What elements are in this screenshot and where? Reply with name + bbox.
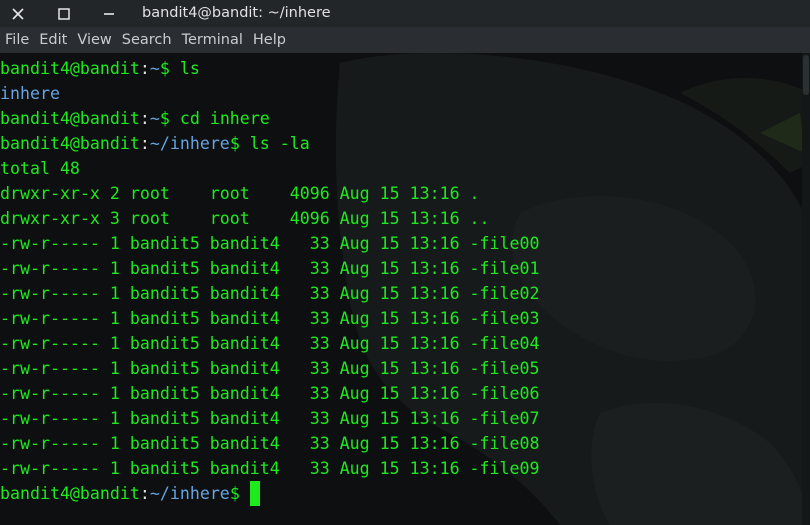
terminal-cursor: [249, 481, 260, 506]
title-bar: bandit4@bandit: ~/inhere: [0, 0, 810, 27]
output-text: total 48: [0, 159, 80, 178]
output-text: drwxr-xr-x 3 root root 4096 Aug 15 13:16…: [0, 209, 490, 228]
prompt-separator: :: [139, 134, 150, 153]
prompt-user: bandit4@bandit: [0, 134, 140, 153]
scrollbar[interactable]: [802, 53, 810, 525]
terminal-line: bandit4@bandit:~$ ls: [0, 56, 539, 81]
command-text: $ ls: [159, 59, 200, 78]
output-text: -rw-r----- 1 bandit5 bandit4 33 Aug 15 1…: [0, 434, 540, 453]
prompt-path: ~: [149, 59, 160, 78]
output-text: -rw-r----- 1 bandit5 bandit4 33 Aug 15 1…: [0, 384, 540, 403]
terminal-line: total 48: [0, 156, 539, 181]
terminal-lines: bandit4@bandit:~$ ls inhere bandit4@bandit…: [0, 56, 539, 506]
terminal-line: -rw-r----- 1 bandit5 bandit4 33 Aug 15 1…: [0, 381, 539, 406]
command-text: $ cd inhere: [159, 109, 270, 128]
terminal-line: inhere: [0, 81, 539, 106]
output-text: -rw-r----- 1 bandit5 bandit4 33 Aug 15 1…: [0, 459, 540, 478]
minimize-icon: [104, 12, 114, 15]
output-text: -rw-r----- 1 bandit5 bandit4 33 Aug 15 1…: [0, 284, 540, 303]
prompt-user: bandit4@bandit: [0, 484, 140, 503]
menu-terminal[interactable]: Terminal: [177, 27, 248, 53]
terminal-line: -rw-r----- 1 bandit5 bandit4 33 Aug 15 1…: [0, 306, 539, 331]
terminal-line: -rw-r----- 1 bandit5 bandit4 33 Aug 15 1…: [0, 406, 539, 431]
terminal-line: -rw-r----- 1 bandit5 bandit4 33 Aug 15 1…: [0, 331, 539, 356]
close-button[interactable]: [2, 0, 34, 27]
output-text: -rw-r----- 1 bandit5 bandit4 33 Aug 15 1…: [0, 309, 540, 328]
menu-help[interactable]: Help: [248, 27, 291, 53]
terminal-line: -rw-r----- 1 bandit5 bandit4 33 Aug 15 1…: [0, 456, 539, 481]
output-text: -rw-r----- 1 bandit5 bandit4 33 Aug 15 1…: [0, 234, 540, 253]
output-text: -rw-r----- 1 bandit5 bandit4 33 Aug 15 1…: [0, 334, 540, 353]
prompt-separator: :: [139, 484, 150, 503]
output-directory-name: inhere: [0, 84, 60, 103]
close-icon: [12, 7, 24, 20]
output-text: drwxr-xr-x 2 root root 4096 Aug 15 13:16…: [0, 184, 480, 203]
prompt-path: ~/inhere: [149, 484, 230, 503]
prompt-path: ~: [149, 109, 160, 128]
prompt-path: ~/inhere: [149, 134, 230, 153]
maximize-button[interactable]: [48, 0, 80, 27]
prompt-separator: :: [139, 109, 150, 128]
terminal-line: bandit4@bandit:~$ cd inhere: [0, 106, 539, 131]
menu-file[interactable]: File: [0, 27, 34, 53]
menu-bar: File Edit View Search Terminal Help: [0, 27, 810, 53]
terminal-line: drwxr-xr-x 2 root root 4096 Aug 15 13:16…: [0, 181, 539, 206]
output-text: -rw-r----- 1 bandit5 bandit4 33 Aug 15 1…: [0, 409, 540, 428]
terminal-line: drwxr-xr-x 3 root root 4096 Aug 15 13:16…: [0, 206, 539, 231]
scrollbar-thumb[interactable]: [803, 55, 809, 95]
prompt-user: bandit4@bandit: [0, 59, 140, 78]
output-text: -rw-r----- 1 bandit5 bandit4 33 Aug 15 1…: [0, 359, 540, 378]
prompt-user: bandit4@bandit: [0, 109, 140, 128]
terminal-output-area[interactable]: bandit4@bandit:~$ ls inhere bandit4@bandit…: [0, 53, 810, 525]
output-text: -rw-r----- 1 bandit5 bandit4 33 Aug 15 1…: [0, 259, 540, 278]
terminal-line: -rw-r----- 1 bandit5 bandit4 33 Aug 15 1…: [0, 256, 539, 281]
terminal-window: bandit4@bandit: ~/inhere File Edit View …: [0, 0, 810, 525]
window-title: bandit4@bandit: ~/inhere: [142, 5, 331, 21]
terminal-line: -rw-r----- 1 bandit5 bandit4 33 Aug 15 1…: [0, 431, 539, 456]
minimize-button[interactable]: [93, 0, 125, 27]
terminal-line: bandit4@bandit:~/inhere$ ls -la: [0, 131, 539, 156]
menu-edit[interactable]: Edit: [34, 27, 72, 53]
terminal-line: bandit4@bandit:~/inhere$: [0, 481, 539, 506]
menu-view[interactable]: View: [72, 27, 116, 53]
maximize-icon: [58, 7, 70, 20]
terminal-line: -rw-r----- 1 bandit5 bandit4 33 Aug 15 1…: [0, 231, 539, 256]
command-text: $ ls -la: [229, 134, 310, 153]
terminal-line: -rw-r----- 1 bandit5 bandit4 33 Aug 15 1…: [0, 356, 539, 381]
terminal-line: -rw-r----- 1 bandit5 bandit4 33 Aug 15 1…: [0, 281, 539, 306]
command-text: $: [229, 484, 250, 503]
prompt-separator: :: [139, 59, 150, 78]
menu-search[interactable]: Search: [117, 27, 177, 53]
